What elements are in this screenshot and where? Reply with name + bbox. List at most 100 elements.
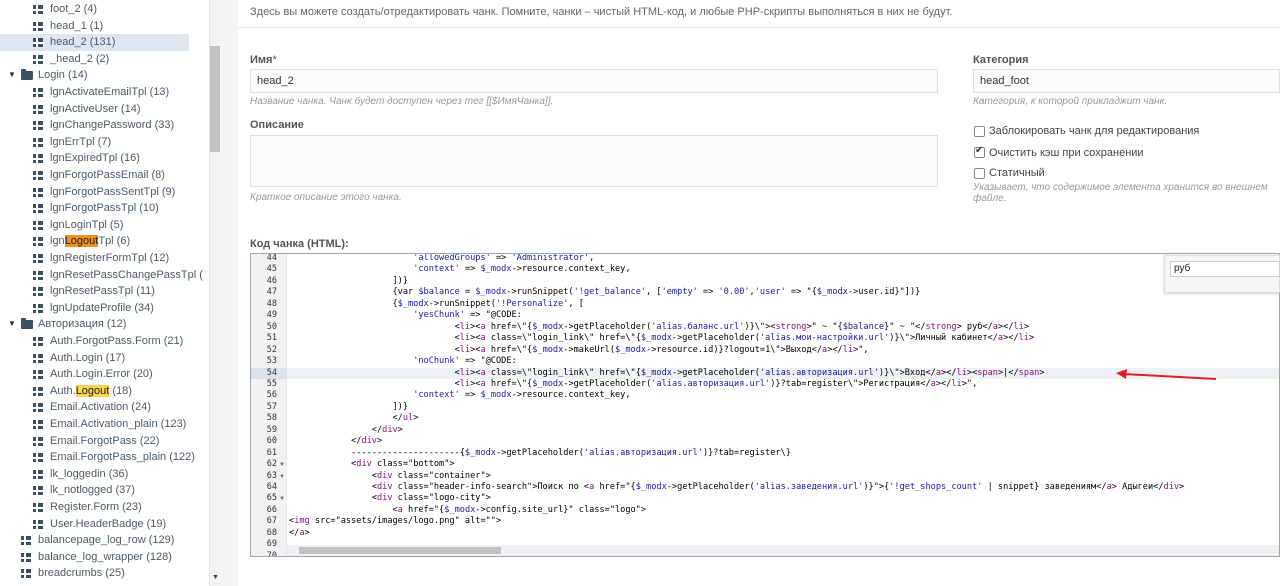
tree-item-label: lgnUpdateProfile (34) (50, 301, 154, 314)
horizontal-scrollbar[interactable] (287, 545, 1279, 556)
name-hint: Название чанка. Чанк будет доступен чере… (250, 96, 554, 107)
code-line[interactable]: <div class="header-info-search">Поиск по… (289, 482, 1184, 492)
code-line[interactable]: </a> (289, 528, 310, 538)
code-line[interactable]: <li><a class=\"login_link\" href=\"{$_mo… (289, 368, 1045, 378)
tree-item-label: lk_notlogged (37) (50, 484, 136, 497)
tree-chunk-item[interactable]: User.HeaderBadge (19) (0, 516, 189, 533)
static-hint: Указывает, что содержимое элемента храни… (973, 182, 1268, 204)
tree-item-label: lgnActivateEmailTpl (13) (50, 86, 170, 98)
expand-caret-icon[interactable]: ▼ (8, 67, 16, 84)
tree-chunk-item[interactable]: lgnActiveUser (14) (0, 101, 189, 118)
lock-checkbox[interactable] (974, 126, 985, 137)
tree-item-label: Авторизация (12) (38, 318, 127, 331)
category-select[interactable]: head_foot (973, 69, 1280, 93)
name-field[interactable]: head_2 (250, 69, 938, 93)
chunk-edit-panel: Здесь вы можете создать/отредактировать … (238, 0, 1280, 586)
tree-item-label: head_2 (131) (50, 36, 116, 49)
tree-item-label: lgnForgotPassSentTpl (9) (50, 185, 176, 198)
code-line[interactable]: <div class="logo-city"> (289, 493, 491, 503)
line-number: 54 (266, 367, 277, 378)
code-line[interactable]: <li><a href=\"{$_modx->getPlaceholder('a… (289, 322, 1029, 332)
fold-toggle-icon[interactable]: ▼ (279, 462, 285, 468)
clear-cache-checkbox[interactable] (974, 145, 985, 158)
code-line[interactable]: 'context' => $_modx->resource.context_ke… (289, 264, 630, 274)
tree-chunk-item[interactable]: lgnForgotPassSentTpl (9) (0, 184, 189, 201)
tree-chunk-item[interactable]: head_1 (1) (0, 18, 189, 35)
scroll-down-icon[interactable]: ▼ (212, 574, 219, 581)
code-editor[interactable]: 44 45 46 47 48 49 50 51 52 53 54 55 56 57 58 59 60 61 62 ▼ 6… (250, 253, 1280, 557)
code-line[interactable]: <li><a href=\"{$_modx->getPlaceholder('a… (289, 379, 978, 389)
tree-chunk-item[interactable]: lgnResetPassTpl (11) (0, 283, 189, 300)
expand-caret-icon[interactable]: ▼ (8, 316, 16, 333)
tree-chunk-item[interactable]: lk_loggedin (36) (0, 466, 189, 483)
chunk-icon (33, 353, 43, 363)
tree-chunk-item[interactable]: breadcrumbs (25) (0, 565, 189, 582)
line-number: 53 (266, 356, 277, 367)
chunk-icon (33, 88, 43, 97)
tree-chunk-item[interactable]: _head_2 (2) (0, 51, 189, 68)
chunk-icon (33, 54, 43, 64)
fold-toggle-icon[interactable]: ▼ (279, 496, 285, 502)
tree-chunk-item[interactable]: lgnUpdateProfile (34) (0, 300, 189, 317)
chunk-icon (33, 38, 43, 48)
tree-chunk-item[interactable]: lgnLogoutTpl (6) (0, 233, 189, 250)
tree-chunk-item[interactable]: lgnRegisterFormTpl (12) (0, 250, 189, 267)
tree-scrollbar[interactable]: ▼ (210, 0, 238, 586)
code-line[interactable]: {$_modx->runSnippet('!Personalize', [ (289, 299, 583, 309)
horizontal-scrollbar-thumb[interactable] (299, 547, 501, 554)
code-line[interactable]: 'allowedGroups' => 'Administrator', (289, 254, 594, 263)
tree-chunk-item[interactable]: Email.Activation_plain (123) (0, 416, 189, 433)
chunk-icon (33, 237, 43, 247)
static-checkbox[interactable] (974, 168, 985, 179)
tree-chunk-item[interactable]: Email.ForgotPass_plain (122) (0, 449, 195, 466)
tree-chunk-item[interactable]: lgnForgotPassTpl (10) (0, 200, 189, 217)
chunk-icon (33, 270, 43, 280)
tree-chunk-item[interactable]: Auth.Login (17) (0, 350, 189, 367)
chunk-icon (33, 187, 43, 197)
tree-chunk-item[interactable]: lgnErrTpl (7) (0, 134, 189, 151)
code-line[interactable]: </div> (289, 425, 403, 435)
tree-chunk-item[interactable]: lgnLoginTpl (5) (0, 217, 189, 234)
code-line[interactable]: {var $balance = $_modx->runSnippet('!get… (289, 287, 920, 297)
code-line[interactable]: </ul> (289, 413, 418, 423)
code-line[interactable]: ])} (289, 276, 408, 286)
tree-chunk-item[interactable]: foot_2 (4) (0, 1, 189, 18)
tree-chunk-item[interactable]: lk_notlogged (37) (0, 482, 189, 499)
code-line[interactable]: 'yesChunk' => "@CODE: (289, 310, 522, 320)
code-line[interactable]: ---------------------{$_modx->getPlaceho… (289, 448, 791, 458)
tree-chunk-item[interactable]: Email.Activation (24) (0, 399, 189, 416)
tree-scrollbar-thumb[interactable] (210, 46, 220, 152)
tree-chunk-item[interactable]: Auth.ForgotPass.Form (21) (0, 333, 189, 350)
fold-toggle-icon[interactable]: ▼ (279, 474, 285, 480)
tree-folder[interactable]: ▼ Login (14) (0, 67, 189, 84)
code-line[interactable]: <li><a href=\"{$_modx->makeUrl($_modx->r… (289, 345, 869, 355)
tree-item-label: lgnForgotPassTpl (10) (50, 202, 159, 215)
description-field[interactable] (250, 135, 938, 187)
tree-chunk-item[interactable]: lgnResetPassChangePassTpl ( (0, 267, 203, 284)
tree-chunk-item[interactable]: lgnChangePassword (33) (0, 117, 189, 134)
code-line[interactable]: <li><a class=\"login_link\" href=\"{$_mo… (289, 333, 1035, 343)
tree-chunk-item[interactable]: Auth.Login.Error (20) (0, 366, 189, 383)
chunk-icon (33, 386, 43, 396)
code-line[interactable]: <div class="bottom"> (289, 459, 455, 469)
code-line[interactable]: <a href="{$_modx->config.site_url}" clas… (289, 505, 646, 515)
tree-item-label: Email.ForgotPass_plain (122) (50, 451, 195, 464)
code-line[interactable]: </div> (289, 436, 382, 446)
tree-chunk-item[interactable]: head_2 (131) (0, 34, 189, 51)
code-line[interactable]: <div class="container"> (289, 471, 491, 481)
line-number: 64 (266, 482, 277, 492)
code-line[interactable]: 'noChunk' => "@CODE: (289, 356, 517, 366)
tree-chunk-item[interactable]: balance_log_wrapper (128) (0, 549, 189, 566)
code-line[interactable]: <img src="assets/images/logo.png" alt=""… (289, 516, 501, 526)
code-line[interactable]: 'context' => $_modx->resource.context_ke… (289, 390, 630, 400)
editor-search-input[interactable]: руб (1170, 261, 1280, 277)
tree-chunk-item[interactable]: lgnForgotPassEmail (8) (0, 167, 189, 184)
tree-chunk-item[interactable]: Register.Form (23) (0, 499, 189, 516)
tree-chunk-item[interactable]: Email.ForgotPass (22) (0, 433, 189, 450)
code-line[interactable]: ])} (289, 402, 408, 412)
tree-chunk-item[interactable]: lgnExpiredTpl (16) (0, 150, 189, 167)
tree-folder[interactable]: ▼ Авторизация (12) (0, 316, 189, 333)
tree-chunk-item[interactable]: balancepage_log_row (129) (0, 532, 189, 549)
tree-chunk-item[interactable]: Auth.Logout (18) (0, 383, 189, 400)
tree-chunk-item[interactable]: lgnActivateEmailTpl (13) (0, 84, 189, 101)
